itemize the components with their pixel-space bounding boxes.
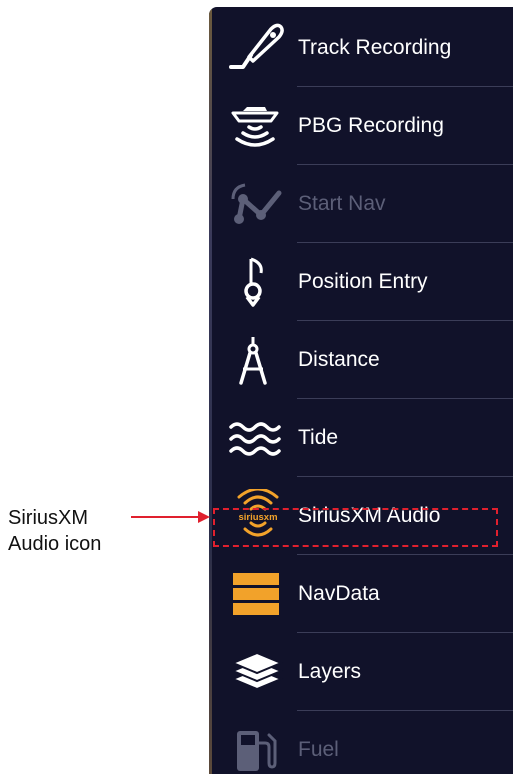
- menu-item-tide[interactable]: Tide: [209, 399, 513, 477]
- menu-item-position-entry[interactable]: Position Entry: [209, 243, 513, 321]
- menu-item-pbg-recording[interactable]: PBG Recording: [209, 87, 513, 165]
- position-entry-icon: [227, 255, 289, 309]
- menu-item-label: Layers: [298, 660, 362, 683]
- callout-arrowhead: [198, 511, 210, 523]
- menu-item-layers[interactable]: Layers: [209, 633, 513, 711]
- menu-item-navdata[interactable]: NavData: [209, 555, 513, 633]
- tide-icon: [227, 411, 289, 465]
- siriusxm-icon-text: siriusxm: [238, 512, 277, 523]
- fuel-icon: [227, 723, 289, 774]
- menu-item-distance[interactable]: Distance: [209, 321, 513, 399]
- layers-icon: [227, 645, 289, 699]
- menu-item-label: Position Entry: [298, 270, 428, 293]
- start-nav-icon: [227, 177, 289, 231]
- menu-item-label: Fuel: [298, 738, 339, 761]
- callout-line1: SiriusXM: [8, 507, 89, 529]
- menu-item-siriusxm-audio[interactable]: siriusxm SiriusXM Audio: [209, 477, 513, 555]
- pbg-recording-icon: [227, 99, 289, 153]
- menu-item-label: Tide: [298, 426, 339, 449]
- menu-item-start-nav[interactable]: Start Nav: [209, 165, 513, 243]
- menu-item-label: SiriusXM Audio: [298, 504, 441, 527]
- callout-leader-line: [131, 516, 201, 518]
- track-recording-icon: [227, 21, 289, 75]
- menu-item-label: PBG Recording: [298, 114, 444, 137]
- siriusxm-audio-icon: siriusxm: [227, 489, 289, 543]
- menu-item-fuel[interactable]: Fuel: [209, 711, 513, 774]
- menu-item-label: Distance: [298, 348, 380, 371]
- menu-panel: Track Recording PBG Recording Start Nav …: [209, 7, 513, 774]
- menu-item-label: Track Recording: [298, 36, 452, 59]
- menu-item-track-recording[interactable]: Track Recording: [209, 9, 513, 87]
- navdata-icon: [227, 567, 289, 621]
- callout-line2: Audio icon: [8, 533, 102, 555]
- menu-item-label: NavData: [298, 582, 380, 605]
- menu-item-label: Start Nav: [298, 192, 386, 215]
- callout-label: SiriusXM Audio icon: [8, 505, 138, 557]
- distance-icon: [227, 333, 289, 387]
